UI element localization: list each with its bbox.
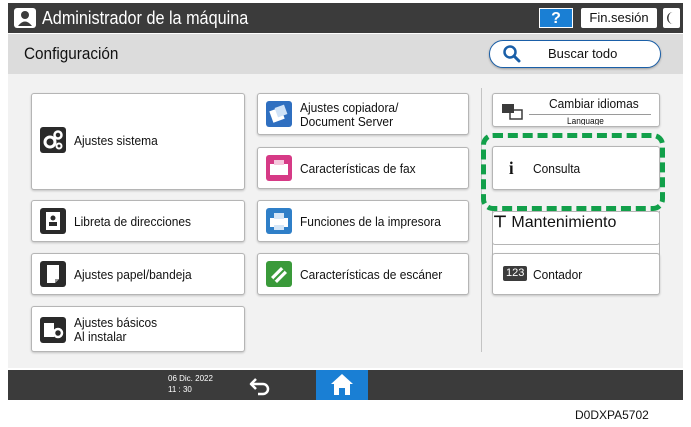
basic-settings-button[interactable]: Ajustes básicos Al instalar	[31, 306, 245, 352]
address-book-icon	[40, 208, 66, 234]
document-code: D0DXPA5702	[575, 408, 649, 422]
basic-settings-icon	[40, 317, 66, 343]
scanner-features-button[interactable]: Características de escáner	[257, 253, 469, 295]
change-language-label: Cambiar idiomas	[549, 96, 639, 111]
window-title: Administrador de la máquina	[42, 8, 249, 28]
page-header: Configuración Buscar todo	[8, 34, 683, 74]
title-bar: Administrador de la máquina ? Fin.sesión	[8, 3, 683, 33]
tray-paper-settings-label: Ajustes papel/bandeja	[74, 267, 192, 282]
address-book-label: Libreta de direcciones	[74, 214, 192, 229]
system-settings-button[interactable]: Ajustes sistema	[31, 93, 245, 190]
copier-settings-label: Ajustes copiadora/ Document Server	[300, 100, 399, 129]
search-icon	[502, 44, 522, 69]
basic-settings-label: Ajustes básicos Al instalar	[74, 315, 158, 344]
search-all-button[interactable]: Buscar todo	[489, 40, 661, 68]
change-language-icon	[501, 102, 523, 125]
tray-paper-settings-button[interactable]: Ajustes papel/bandeja	[31, 253, 245, 295]
system-settings-label: Ajustes sistema	[74, 133, 158, 148]
moon-icon[interactable]	[663, 8, 680, 28]
page-title: Configuración	[24, 44, 119, 63]
counter-icon: 123	[503, 266, 528, 281]
printer-functions-button[interactable]: Funciones de la impresora	[257, 200, 469, 242]
fax-features-button[interactable]: Características de fax	[257, 147, 469, 189]
counter-label: Contador	[533, 267, 583, 282]
footer-bar: 06 Dic. 2022 11 : 30	[8, 370, 683, 400]
settings-menu: Ajustes sistema Libreta de direcciones A…	[8, 74, 683, 368]
printer-icon	[266, 208, 292, 234]
gears-icon	[40, 127, 66, 153]
language-underline	[529, 114, 651, 115]
home-button[interactable]	[316, 370, 368, 400]
copier-icon	[266, 101, 292, 127]
column-divider	[481, 88, 482, 352]
copier-settings-button[interactable]: Ajustes copiadora/ Document Server	[257, 93, 469, 135]
logout-button[interactable]: Fin.sesión	[581, 8, 657, 28]
highlight-frame	[481, 133, 665, 211]
scanner-features-label: Características de escáner	[300, 267, 443, 282]
back-icon[interactable]	[248, 374, 272, 396]
help-button[interactable]: ?	[539, 8, 573, 28]
counter-button[interactable]: 123 Contador	[492, 253, 660, 295]
fax-features-label: Características de fax	[300, 161, 416, 176]
change-language-button[interactable]: Cambiar idiomas Language	[492, 93, 660, 127]
footer-time: 11 : 30	[168, 385, 192, 394]
language-sub-label: Language	[567, 117, 604, 125]
printer-functions-label: Funciones de la impresora	[300, 214, 441, 229]
search-all-label: Buscar todo	[548, 46, 618, 61]
fax-icon	[266, 155, 292, 181]
user-icon	[14, 8, 36, 28]
paper-tray-icon	[40, 261, 66, 287]
address-book-button[interactable]: Libreta de direcciones	[31, 200, 245, 242]
maintenance-frame	[492, 211, 660, 245]
home-icon	[331, 374, 353, 395]
scanner-icon	[266, 261, 292, 287]
